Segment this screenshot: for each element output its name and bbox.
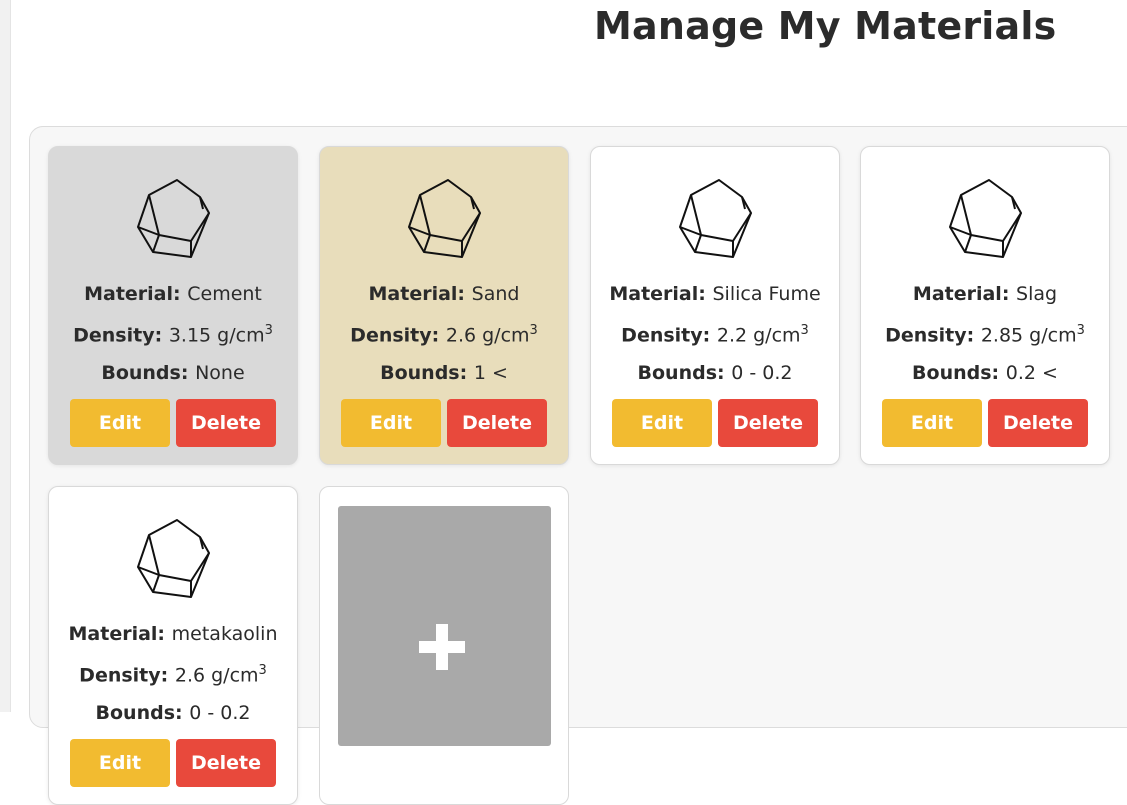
material-row: Material: Cement [49, 283, 297, 305]
material-label: Material: [368, 283, 472, 305]
edit-button[interactable]: Edit [341, 399, 441, 447]
density-row: Density: 2.6 g/cm3 [49, 663, 297, 686]
density-row: Density: 2.85 g/cm3 [861, 323, 1109, 346]
bounds-value: 0 - 0.2 [731, 362, 793, 384]
bounds-value: None [195, 362, 245, 384]
bounds-row: Bounds: 0 - 0.2 [591, 362, 839, 384]
density-label: Density: [621, 324, 717, 347]
density-exponent: 3 [800, 323, 809, 338]
edit-button[interactable]: Edit [612, 399, 712, 447]
material-label: Material: [84, 283, 188, 305]
material-card-1: Material: Sand Density: 2.6 g/cm3 Bounds… [319, 146, 569, 465]
density-value: 3.15 g/cm [168, 324, 265, 347]
material-card-0: Material: Cement Density: 3.15 g/cm3 Bou… [48, 146, 298, 465]
density-row: Density: 2.2 g/cm3 [591, 323, 839, 346]
material-label: Material: [609, 283, 713, 305]
bounds-label: Bounds: [637, 362, 732, 384]
delete-button[interactable]: Delete [447, 399, 547, 447]
material-card-4: Material: metakaolin Density: 2.6 g/cm3 … [48, 486, 298, 805]
bounds-value: 0 - 0.2 [189, 702, 251, 724]
material-label: Material: [68, 623, 172, 645]
bounds-label: Bounds: [95, 702, 190, 724]
material-card-3: Material: Slag Density: 2.85 g/cm3 Bound… [860, 146, 1110, 465]
bounds-value: 1 < [473, 362, 508, 384]
material-row: Material: Silica Fume [591, 283, 839, 305]
density-exponent: 3 [264, 323, 273, 338]
density-label: Density: [73, 324, 169, 347]
edit-button[interactable]: Edit [70, 399, 170, 447]
density-value: 2.85 g/cm [980, 324, 1077, 347]
sidebar-edge [0, 0, 11, 712]
add-material-button[interactable] [338, 506, 551, 746]
bounds-label: Bounds: [912, 362, 1006, 384]
density-value: 2.2 g/cm [716, 324, 801, 347]
bounds-label: Bounds: [380, 362, 474, 384]
material-name: Cement [187, 283, 262, 305]
plus-icon-bar [419, 641, 465, 653]
bounds-row: Bounds: 1 < [320, 362, 568, 384]
density-exponent: 3 [529, 323, 538, 338]
bounds-value: 0.2 < [1005, 362, 1058, 384]
density-value: 2.6 g/cm [445, 324, 530, 347]
material-name: Slag [1016, 283, 1058, 305]
bounds-row: Bounds: None [49, 362, 297, 384]
material-row: Material: Sand [320, 283, 568, 305]
delete-button[interactable]: Delete [176, 739, 276, 787]
edit-button[interactable]: Edit [70, 739, 170, 787]
density-label: Density: [885, 324, 981, 347]
density-exponent: 3 [258, 663, 267, 678]
crystal-icon [137, 179, 210, 258]
edit-button[interactable]: Edit [882, 399, 982, 447]
material-name: Sand [471, 283, 520, 305]
crystal-icon [408, 179, 481, 258]
crystal-icon [679, 179, 752, 258]
density-label: Density: [350, 324, 446, 347]
material-label: Material: [912, 283, 1017, 305]
page-title: Manage My Materials [594, 4, 1057, 48]
density-row: Density: 3.15 g/cm3 [49, 323, 297, 346]
bounds-row: Bounds: 0.2 < [861, 362, 1109, 384]
material-name: Silica Fume [712, 283, 821, 305]
material-card-2: Material: Silica Fume Density: 2.2 g/cm3… [590, 146, 840, 465]
density-row: Density: 2.6 g/cm3 [320, 323, 568, 346]
bounds-label: Bounds: [101, 362, 196, 384]
add-material-card [319, 486, 569, 805]
density-exponent: 3 [1076, 323, 1085, 338]
delete-button[interactable]: Delete [988, 399, 1088, 447]
density-label: Density: [79, 664, 175, 687]
delete-button[interactable]: Delete [176, 399, 276, 447]
material-row: Material: Slag [861, 283, 1109, 305]
material-row: Material: metakaolin [49, 623, 297, 645]
crystal-icon [949, 179, 1022, 258]
bounds-row: Bounds: 0 - 0.2 [49, 702, 297, 724]
crystal-icon [137, 519, 210, 598]
delete-button[interactable]: Delete [718, 399, 818, 447]
density-value: 2.6 g/cm [174, 664, 259, 687]
material-name: metakaolin [171, 623, 278, 645]
